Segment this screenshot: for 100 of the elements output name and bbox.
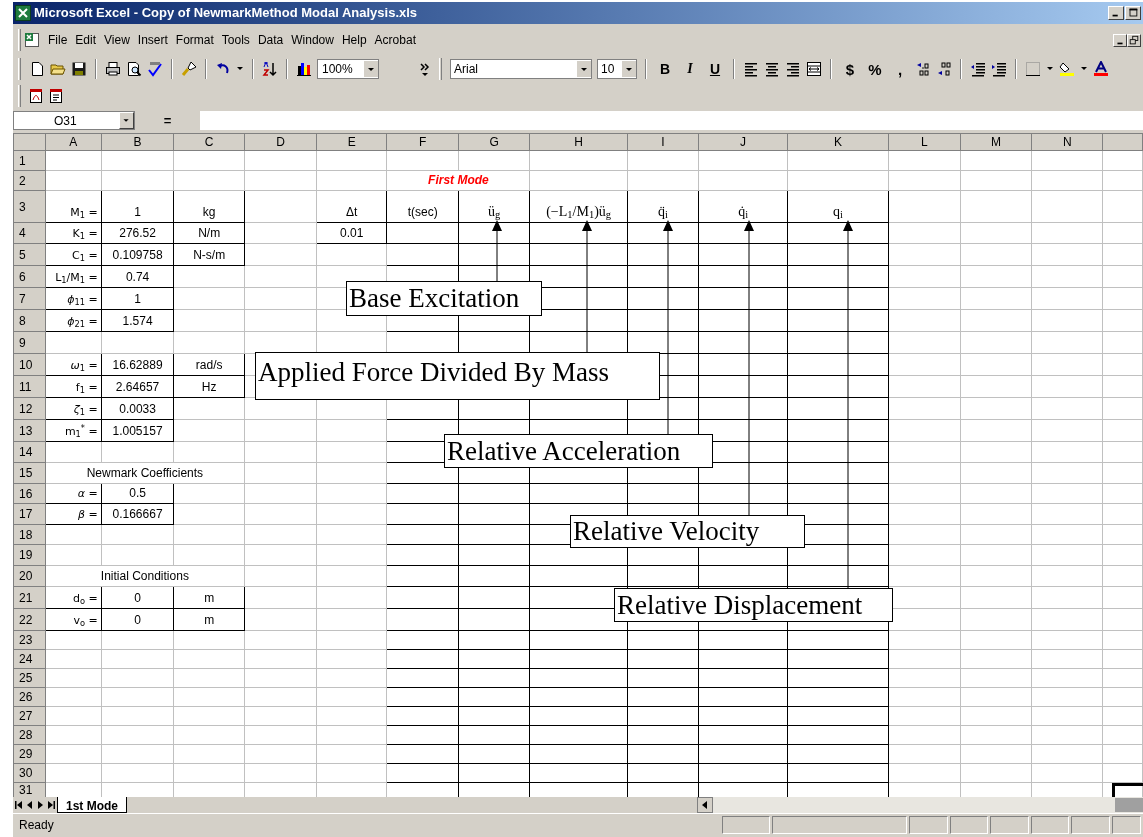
- font-dropdown[interactable]: Arial: [450, 59, 592, 79]
- fill-color-icon[interactable]: [1059, 61, 1075, 77]
- row-header[interactable]: 1: [13, 150, 46, 171]
- menu-item[interactable]: Acrobat: [370, 31, 420, 49]
- menu-item[interactable]: Help: [337, 31, 371, 49]
- row-header[interactable]: 16: [13, 483, 46, 504]
- align-right-icon[interactable]: [785, 61, 801, 77]
- pdf-form-icon[interactable]: [48, 88, 64, 104]
- menu-item[interactable]: View: [100, 31, 134, 49]
- column-header[interactable]: G: [458, 133, 530, 151]
- column-header[interactable]: N: [1031, 133, 1103, 151]
- percent-button[interactable]: %: [865, 59, 885, 79]
- column-header[interactable]: H: [529, 133, 628, 151]
- new-document-icon[interactable]: [29, 61, 45, 77]
- minimize-icon[interactable]: [1108, 6, 1124, 20]
- underline-button[interactable]: U: [705, 59, 725, 79]
- row-header[interactable]: 10: [13, 353, 46, 376]
- restore-icon[interactable]: [1127, 33, 1141, 47]
- row-header[interactable]: 2: [13, 170, 46, 191]
- cell-value: 0: [134, 591, 141, 605]
- open-folder-icon[interactable]: [50, 61, 66, 77]
- column-header[interactable]: D: [244, 133, 317, 151]
- row-header[interactable]: 20: [13, 565, 46, 587]
- menu-item[interactable]: Format: [171, 31, 218, 49]
- name-box[interactable]: O31: [13, 111, 135, 130]
- column-header[interactable]: M: [960, 133, 1032, 151]
- callout-label: Applied Force Divided By Mass: [255, 352, 660, 400]
- sheet-tab[interactable]: 1st Mode: [57, 797, 127, 813]
- borders-icon[interactable]: [1025, 61, 1041, 77]
- paintbrush-icon[interactable]: [181, 61, 197, 77]
- comma-button[interactable]: ,: [890, 59, 910, 79]
- decrease-indent-icon[interactable]: [970, 61, 986, 77]
- align-center-icon[interactable]: [764, 61, 780, 77]
- column-header[interactable]: F: [386, 133, 459, 151]
- maximize-icon[interactable]: [1125, 6, 1141, 20]
- row-header[interactable]: 7: [13, 287, 46, 310]
- cell-value: N-s/m: [193, 248, 226, 262]
- sort-ascending-icon[interactable]: [262, 61, 278, 77]
- merge-center-icon[interactable]: [806, 61, 822, 77]
- formula-input[interactable]: [200, 111, 1143, 130]
- decrease-decimal-icon[interactable]: [936, 61, 952, 77]
- column-header[interactable]: L: [888, 133, 961, 151]
- menu-item[interactable]: Window: [287, 31, 338, 49]
- row-header[interactable]: 22: [13, 608, 46, 631]
- menu-item[interactable]: Edit: [71, 31, 101, 49]
- menu-item[interactable]: Data: [253, 31, 288, 49]
- italic-button[interactable]: I: [680, 59, 700, 79]
- row-header[interactable]: 21: [13, 586, 46, 609]
- print-preview-icon[interactable]: [126, 61, 142, 77]
- bar-chart-icon[interactable]: [296, 61, 312, 77]
- bold-button[interactable]: B: [655, 59, 675, 79]
- horizontal-scrollbar[interactable]: [697, 797, 1143, 813]
- font-size-dropdown[interactable]: 10: [597, 59, 637, 79]
- scroll-left-icon[interactable]: [697, 797, 713, 813]
- cell-value: 1.574: [122, 314, 153, 328]
- align-left-icon[interactable]: [743, 61, 759, 77]
- row-header[interactable]: 6: [13, 265, 46, 288]
- row-header[interactable]: 11: [13, 375, 46, 398]
- row-header[interactable]: 15: [13, 462, 46, 484]
- row-header[interactable]: 18: [13, 524, 46, 545]
- increase-decimal-icon[interactable]: [915, 61, 931, 77]
- menu-item[interactable]: Insert: [133, 31, 172, 49]
- more-buttons-icon[interactable]: [419, 61, 431, 77]
- save-icon[interactable]: [71, 61, 87, 77]
- row-header[interactable]: 9: [13, 331, 46, 354]
- column-header[interactable]: J: [698, 133, 788, 151]
- column-header[interactable]: B: [101, 133, 174, 151]
- spreadsheet-icon[interactable]: [24, 32, 40, 48]
- row-header[interactable]: 8: [13, 309, 46, 332]
- row-header[interactable]: 13: [13, 419, 46, 442]
- zoom-dropdown[interactable]: 100%: [317, 59, 379, 79]
- spelling-check-icon[interactable]: [147, 61, 163, 77]
- callout-label: Relative Velocity: [570, 515, 805, 548]
- row-header[interactable]: 3: [13, 190, 46, 223]
- menu-item[interactable]: File: [44, 31, 72, 49]
- column-header[interactable]: I: [627, 133, 699, 151]
- printer-icon[interactable]: [105, 61, 121, 77]
- row-header[interactable]: 19: [13, 544, 46, 566]
- row-header[interactable]: 12: [13, 397, 46, 420]
- currency-button[interactable]: $: [840, 59, 860, 79]
- menu-item[interactable]: Tools: [217, 31, 254, 49]
- status-panel: [1112, 815, 1141, 834]
- font-color-icon[interactable]: [1093, 61, 1109, 77]
- last-sheet-icon[interactable]: [46, 798, 57, 812]
- row-header[interactable]: 4: [13, 222, 46, 244]
- column-header[interactable]: C: [173, 133, 245, 151]
- row-header[interactable]: 5: [13, 243, 46, 266]
- column-heading: q̇$_{i}$: [738, 203, 749, 219]
- first-sheet-icon[interactable]: [13, 798, 24, 812]
- parameter-label: m$_{1}$$^{*}$ =: [64, 425, 98, 438]
- minimize-icon[interactable]: [1113, 33, 1127, 47]
- scroll-thumb[interactable]: [1115, 798, 1143, 812]
- row-header[interactable]: 17: [13, 503, 46, 525]
- row-header[interactable]: 14: [13, 441, 46, 463]
- increase-indent-icon[interactable]: [991, 61, 1007, 77]
- select-all-corner[interactable]: [13, 133, 46, 151]
- column-header[interactable]: K: [787, 133, 889, 151]
- column-header[interactable]: E: [316, 133, 387, 151]
- pdf-document-icon[interactable]: [28, 88, 44, 104]
- column-header[interactable]: A: [45, 133, 102, 151]
